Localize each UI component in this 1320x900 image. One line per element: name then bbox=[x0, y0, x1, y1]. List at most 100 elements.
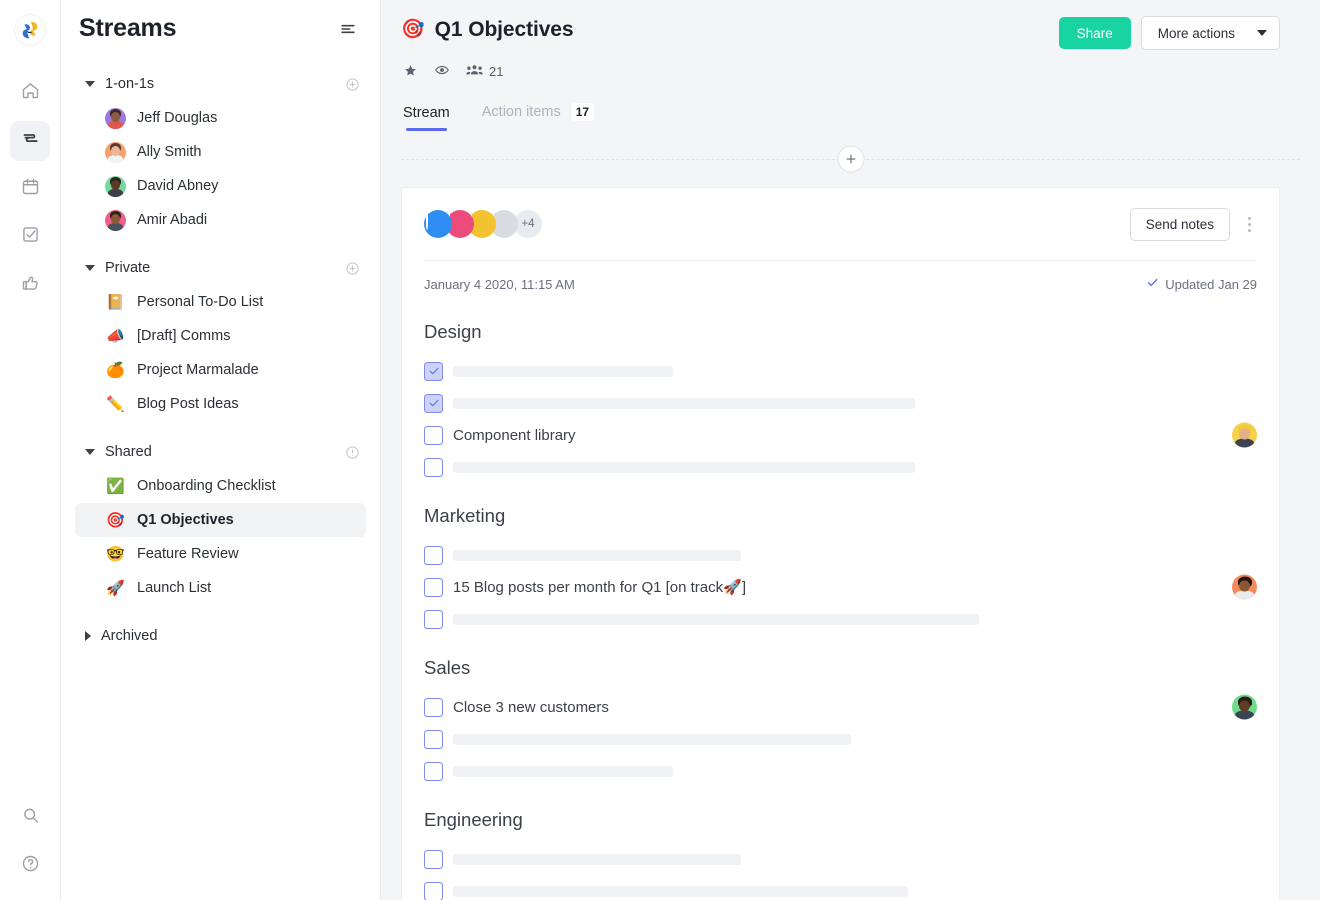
sidebar-item--draft-comms[interactable]: 📣[Draft] Comms bbox=[75, 319, 366, 353]
sidebar-item-feature-review[interactable]: 🤓 Feature Review bbox=[75, 537, 366, 571]
sidebar-item-launch-list[interactable]: 🚀Launch List bbox=[75, 571, 366, 605]
tab-label: Action items bbox=[482, 104, 561, 120]
tab-action-items[interactable]: Action items 17 bbox=[482, 103, 594, 131]
rail-item-home[interactable] bbox=[10, 73, 50, 113]
participant-avatars[interactable] bbox=[424, 210, 512, 238]
stream-emoji-icon: 🍊 bbox=[105, 363, 126, 378]
send-notes-button[interactable]: Send notes bbox=[1130, 208, 1230, 241]
document-header: 🎯 Q1 Objectives Share More actions bbox=[381, 0, 1320, 131]
task-checkbox[interactable] bbox=[424, 426, 443, 445]
title-row: 🎯 Q1 Objectives Share More actions bbox=[401, 16, 1280, 50]
chevron-down-icon bbox=[1257, 30, 1267, 36]
task-checkbox[interactable] bbox=[424, 762, 443, 781]
avatar-face bbox=[105, 176, 126, 197]
plus-circle-icon[interactable] bbox=[345, 77, 360, 92]
task-checkbox[interactable] bbox=[424, 394, 443, 413]
sidebar-item-label: Feature Review bbox=[137, 546, 239, 562]
task-checkbox[interactable] bbox=[424, 882, 443, 900]
task-checkbox[interactable] bbox=[424, 362, 443, 381]
task-checkbox[interactable] bbox=[424, 730, 443, 749]
entry-timestamp: January 4 2020, 11:15 AM bbox=[424, 277, 575, 292]
card-meta-row: January 4 2020, 11:15 AM Updated Jan 29 bbox=[424, 261, 1257, 307]
rail-item-calendar[interactable] bbox=[10, 169, 50, 209]
sidebar-item-amir-abadi[interactable]: Amir Abadi bbox=[75, 203, 366, 237]
sidebar-item-onboarding-checklist[interactable]: ✅Onboarding Checklist bbox=[75, 469, 366, 503]
redacted-task-text bbox=[453, 550, 741, 561]
avatar-face bbox=[105, 142, 126, 163]
tab-badge: 17 bbox=[571, 103, 594, 121]
stream-emoji-icon: 📣 bbox=[105, 329, 126, 344]
task-row: Close 3 new customers bbox=[424, 691, 1257, 723]
avatar-overflow-count[interactable]: +4 bbox=[514, 210, 542, 238]
header-actions: Share More actions bbox=[1059, 16, 1280, 50]
group-spacer bbox=[61, 605, 380, 619]
app-root: Streams 1-on-1sJeff DouglasAlly SmithDav… bbox=[0, 0, 1320, 900]
members-button[interactable]: 21 bbox=[466, 63, 503, 81]
task-row bbox=[424, 723, 1257, 755]
hamburger-icon[interactable] bbox=[338, 19, 358, 39]
task-checkbox[interactable] bbox=[424, 458, 443, 477]
rail-item-praise[interactable] bbox=[10, 265, 50, 305]
avatar-face bbox=[1232, 575, 1257, 600]
sidebar-item-project-marmalade[interactable]: 🍊Project Marmalade bbox=[75, 353, 366, 387]
redacted-task-text bbox=[453, 854, 741, 865]
task-row: 15 Blog posts per month for Q1 [on track… bbox=[424, 571, 1257, 603]
task-checkbox[interactable] bbox=[424, 546, 443, 565]
task-label[interactable]: 15 Blog posts per month for Q1 [on track… bbox=[453, 578, 746, 596]
task-assignee-avatar[interactable] bbox=[1232, 695, 1257, 720]
sidebar-item-blog-post-ideas[interactable]: ✏️Blog Post Ideas bbox=[75, 387, 366, 421]
share-button[interactable]: Share bbox=[1059, 17, 1131, 49]
section-title: Engineering bbox=[424, 809, 1257, 831]
document-emoji-icon: 🎯 bbox=[401, 16, 425, 44]
stream-emoji-icon: 🤓 bbox=[105, 547, 126, 562]
favorite-button[interactable] bbox=[403, 63, 418, 81]
sidebar-item-personal-to-do-list[interactable]: 📔Personal To-Do List bbox=[75, 285, 366, 319]
sidebar-item-label: Amir Abadi bbox=[137, 212, 207, 228]
add-entry-button[interactable] bbox=[837, 146, 864, 173]
calendar-icon bbox=[20, 176, 41, 202]
task-assignee-avatar[interactable] bbox=[1232, 575, 1257, 600]
sidebar-item-q1-objectives[interactable]: 🎯Q1 Objectives bbox=[75, 503, 366, 537]
task-row bbox=[424, 875, 1257, 900]
sidebar-item-david-abney[interactable]: David Abney bbox=[75, 169, 366, 203]
sidebar-group-private[interactable]: Private bbox=[61, 251, 380, 285]
sidebar-group-archived[interactable]: Archived bbox=[61, 619, 380, 653]
watch-button[interactable] bbox=[434, 62, 450, 81]
document-tabs: Stream Action items 17 bbox=[401, 103, 1280, 131]
sidebar-item-label: Ally Smith bbox=[137, 144, 201, 160]
tab-stream[interactable]: Stream bbox=[403, 105, 450, 131]
info-circle-icon[interactable] bbox=[345, 445, 360, 460]
sidebar-group-1-on-1s[interactable]: 1-on-1s bbox=[61, 67, 380, 101]
members-count: 21 bbox=[489, 64, 503, 79]
rail-item-streams[interactable] bbox=[10, 121, 50, 161]
task-label[interactable]: Component library bbox=[453, 427, 576, 444]
thumbs-up-icon bbox=[20, 272, 41, 298]
plus-circle-icon[interactable] bbox=[345, 261, 360, 276]
caret-right-icon bbox=[85, 631, 91, 641]
people-icon bbox=[466, 63, 483, 81]
task-row bbox=[424, 539, 1257, 571]
sidebar-item-jeff-douglas[interactable]: Jeff Douglas bbox=[75, 101, 366, 135]
task-label[interactable]: Close 3 new customers bbox=[453, 699, 609, 716]
add-entry-divider bbox=[401, 131, 1300, 187]
app-logo[interactable] bbox=[15, 15, 45, 45]
checkbox-icon bbox=[20, 224, 41, 250]
rail-item-tasks[interactable] bbox=[10, 217, 50, 257]
task-checkbox[interactable] bbox=[424, 850, 443, 869]
task-checkbox[interactable] bbox=[424, 698, 443, 717]
redacted-task-text bbox=[453, 398, 915, 409]
check-icon bbox=[428, 365, 440, 377]
rail-item-search[interactable] bbox=[10, 798, 50, 838]
avatar bbox=[105, 176, 126, 197]
task-row bbox=[424, 755, 1257, 787]
more-actions-button[interactable]: More actions bbox=[1141, 16, 1280, 50]
sidebar-group-shared[interactable]: Shared bbox=[61, 435, 380, 469]
sidebar-item-ally-smith[interactable]: Ally Smith bbox=[75, 135, 366, 169]
task-assignee-avatar[interactable] bbox=[1232, 423, 1257, 448]
kebab-menu-icon[interactable] bbox=[1242, 213, 1257, 236]
rail-item-help[interactable] bbox=[10, 846, 50, 886]
updated-status: Updated Jan 29 bbox=[1146, 276, 1257, 292]
task-checkbox[interactable] bbox=[424, 578, 443, 597]
task-checkbox[interactable] bbox=[424, 610, 443, 629]
participant-avatar[interactable] bbox=[424, 210, 452, 238]
